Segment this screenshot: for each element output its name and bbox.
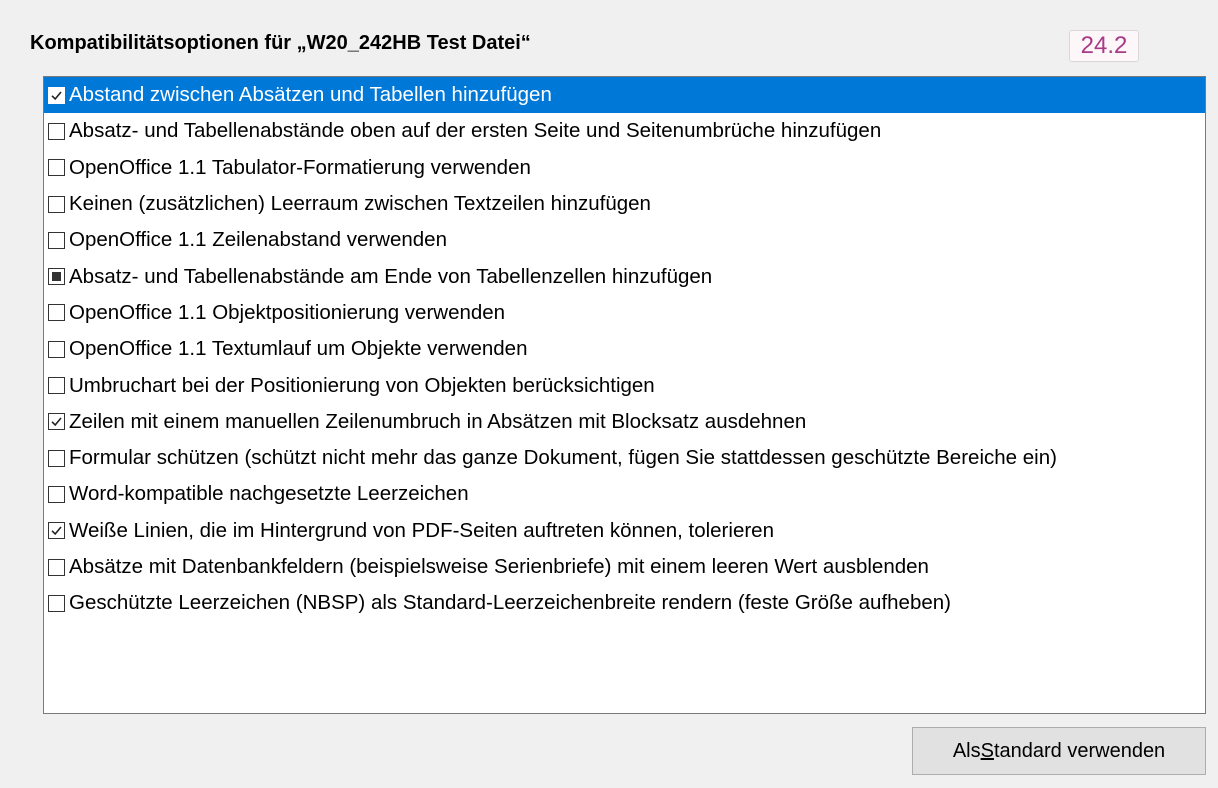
use-as-default-label-prefix: Als (952, 739, 981, 762)
indeterminate-square-icon (52, 272, 61, 282)
unchecked-checkbox[interactable] (48, 449, 65, 467)
option-row[interactable]: Abstand zwischen Absätzen und Tabellen h… (44, 77, 1205, 114)
option-row[interactable]: Formular schützen (schützt nicht mehr da… (44, 440, 1205, 476)
option-row[interactable]: OpenOffice 1.1 Zeilenabstand verwenden (44, 222, 1205, 258)
use-as-default-mnemonic: S (980, 739, 994, 762)
option-label: Keinen (zusätzlichen) Leerraum zwischen … (69, 192, 651, 216)
checkmark-icon (51, 417, 62, 427)
unchecked-checkbox[interactable] (48, 304, 65, 322)
option-label: Weiße Linien, die im Hintergrund von PDF… (69, 518, 774, 542)
option-label: Geschützte Leerzeichen (NBSP) als Standa… (69, 591, 951, 615)
option-row[interactable]: Weiße Linien, die im Hintergrund von PDF… (44, 513, 1205, 549)
option-label: Umbruchart bei der Positionierung von Ob… (69, 373, 655, 397)
use-as-default-label-suffix: tandard verwenden (993, 739, 1166, 762)
option-label: OpenOffice 1.1 Objektpositionierung verw… (69, 300, 506, 324)
option-label: Zeilen mit einem manuellen Zeilenumbruch… (69, 409, 807, 433)
option-row[interactable]: Absatz- und Tabellenabstände am Ende von… (44, 258, 1205, 294)
option-row[interactable]: OpenOffice 1.1 Objektpositionierung verw… (44, 295, 1205, 331)
option-row[interactable]: Absätze mit Datenbankfeldern (beispielsw… (44, 549, 1205, 585)
unchecked-checkbox[interactable] (48, 594, 65, 612)
use-as-default-button[interactable]: Als Standard verwenden (912, 727, 1206, 775)
unchecked-checkbox[interactable] (48, 558, 65, 576)
checkmark-icon (51, 526, 62, 536)
option-row[interactable]: Umbruchart bei der Positionierung von Ob… (44, 367, 1205, 403)
unchecked-checkbox[interactable] (48, 340, 65, 358)
checkmark-icon (51, 91, 62, 100)
option-row[interactable]: Word-kompatible nachgesetzte Leerzeichen (44, 476, 1205, 512)
option-row[interactable]: OpenOffice 1.1 Tabulator-Formatierung ve… (44, 150, 1205, 186)
checked-checkbox[interactable] (48, 86, 65, 104)
option-label: Word-kompatible nachgesetzte Leerzeichen (69, 482, 469, 506)
option-label: OpenOffice 1.1 Zeilenabstand verwenden (69, 228, 447, 252)
option-row[interactable]: Zeilen mit einem manuellen Zeilenumbruch… (44, 404, 1205, 440)
option-row[interactable]: Keinen (zusätzlichen) Leerraum zwischen … (44, 186, 1205, 222)
unchecked-checkbox[interactable] (48, 485, 65, 503)
unchecked-checkbox[interactable] (48, 195, 65, 213)
option-row[interactable]: Absatz- und Tabellenabstände oben auf de… (44, 113, 1205, 149)
unchecked-checkbox[interactable] (48, 122, 65, 140)
indeterminate-checkbox[interactable] (48, 268, 65, 286)
option-row[interactable]: OpenOffice 1.1 Textumlauf um Objekte ver… (44, 331, 1205, 367)
dialog-title: Kompatibilitätsoptionen für „W20_242HB T… (30, 32, 531, 54)
option-label: OpenOffice 1.1 Textumlauf um Objekte ver… (69, 337, 528, 361)
option-label: Formular schützen (schützt nicht mehr da… (69, 446, 1057, 470)
unchecked-checkbox[interactable] (48, 159, 65, 177)
option-row[interactable]: Geschützte Leerzeichen (NBSP) als Standa… (44, 585, 1205, 621)
unchecked-checkbox[interactable] (48, 231, 65, 249)
checked-checkbox[interactable] (48, 522, 65, 540)
version-badge: 24.2 (1069, 30, 1139, 62)
option-label: Absatz- und Tabellenabstände am Ende von… (69, 264, 713, 288)
option-label: OpenOffice 1.1 Tabulator-Formatierung ve… (69, 155, 531, 179)
option-label: Absätze mit Datenbankfeldern (beispielsw… (69, 555, 929, 578)
unchecked-checkbox[interactable] (48, 377, 65, 395)
compatibility-options-list[interactable]: Abstand zwischen Absätzen und Tabellen h… (43, 76, 1206, 714)
checked-checkbox[interactable] (48, 413, 65, 431)
option-label: Abstand zwischen Absätzen und Tabellen h… (69, 83, 552, 107)
option-label: Absatz- und Tabellenabstände oben auf de… (69, 119, 882, 143)
